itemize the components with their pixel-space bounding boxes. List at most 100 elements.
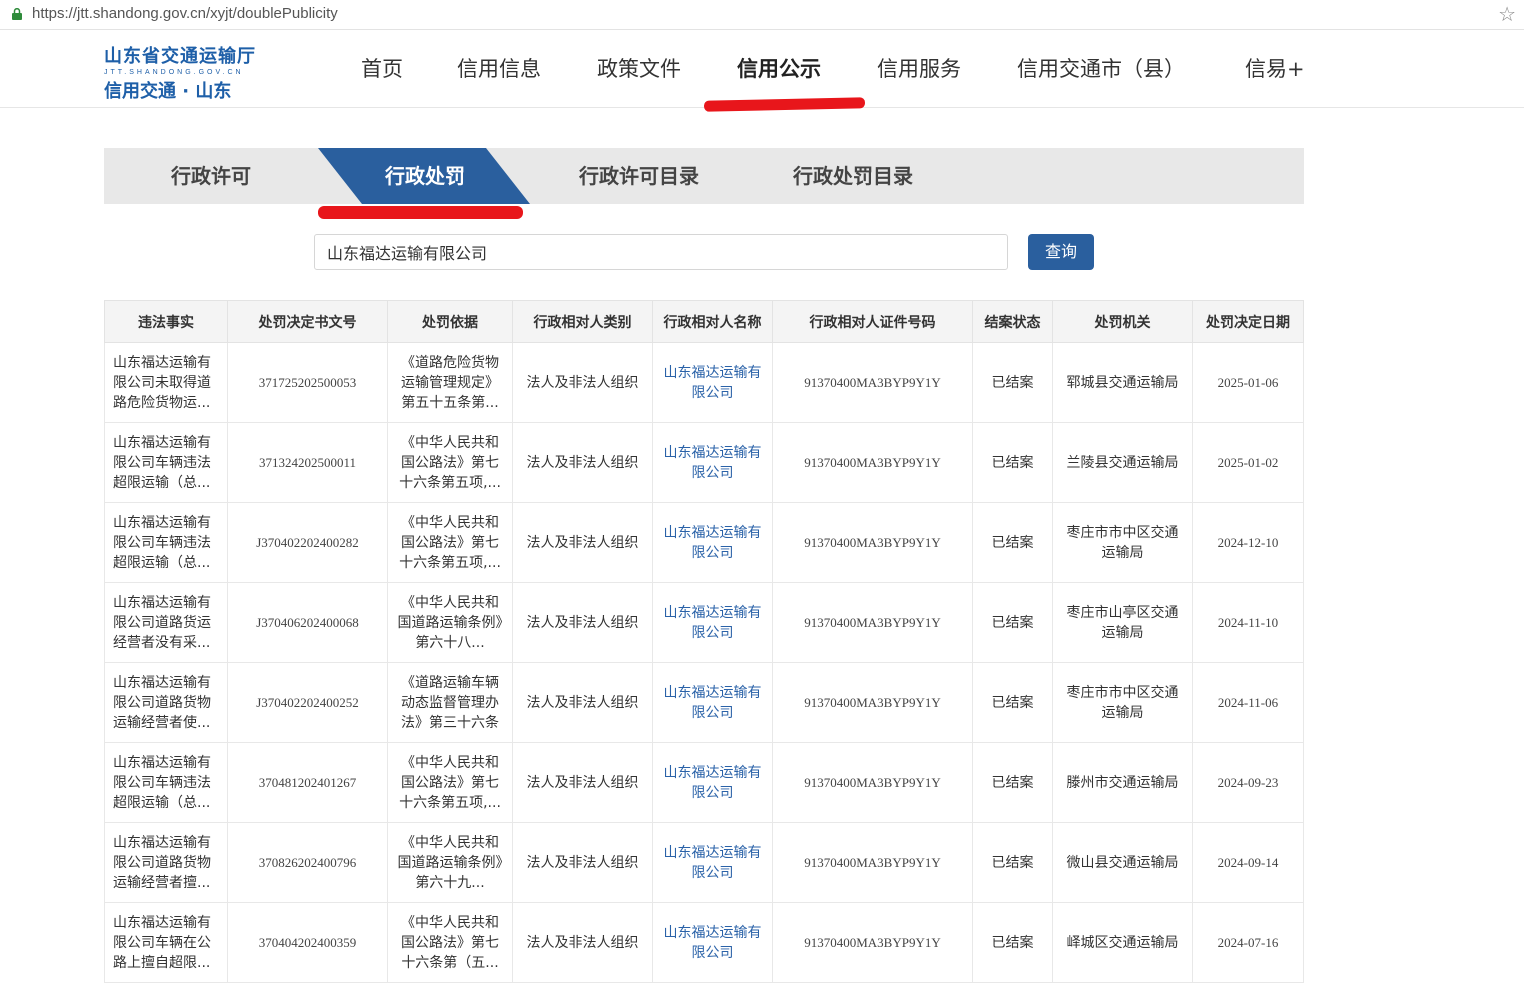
nav-item-credit-info[interactable]: 信用信息: [457, 53, 541, 83]
penalty-basis-text: 《中华人民共和国公路法》第七十六条第五项,...: [399, 754, 501, 811]
tab-admin-license[interactable]: 行政许可: [171, 148, 251, 204]
penalty-authority: 微山县交通运输局: [1052, 822, 1193, 903]
party-name-link-text[interactable]: 山东福达运输有限公司: [661, 923, 764, 963]
query-button[interactable]: 查询: [1028, 234, 1094, 270]
table-row[interactable]: 山东福达运输有限公司车辆违法超限运输（总... J370402202400282 《…: [104, 502, 1304, 583]
penalty-authority-text: 枣庄市市中区交通运输局: [1066, 684, 1179, 721]
penalty-basis: 《道路运输车辆动态监督管理办法》第三十六条: [387, 662, 513, 743]
violation-fact: 山东福达运输有限公司车辆违法超限运输（总...: [104, 422, 228, 503]
column-header: 处罚决定书文号: [227, 300, 388, 343]
decision-number-text: J370406202400068: [256, 614, 359, 630]
nav-item-xinyi-plus[interactable]: 信易+: [1245, 53, 1305, 83]
case-status: 已结案: [972, 742, 1053, 823]
party-type: 法人及非法人组织: [512, 742, 653, 823]
party-type-text: 法人及非法人组织: [526, 614, 639, 631]
party-name-link[interactable]: 山东福达运输有限公司: [652, 902, 773, 983]
decision-number-text: 371725202500053: [258, 374, 357, 390]
case-status: 已结案: [972, 902, 1053, 983]
party-id-number: 91370400MA3BYP9Y1Y: [772, 582, 973, 663]
violation-fact: 山东福达运输有限公司未取得道路危险货物运...: [104, 342, 228, 423]
violation-fact-text: 山东福达运输有限公司车辆在公路上擅自超限...: [113, 914, 211, 971]
penalty-basis-text: 《道路运输车辆动态监督管理办法》第三十六条: [401, 674, 499, 731]
party-name-link-text[interactable]: 山东福达运输有限公司: [661, 443, 764, 483]
penalty-basis-text: 《道路危险货物运输管理规定》第五十五条第...: [401, 354, 499, 411]
violation-fact-text: 山东福达运输有限公司车辆违法超限运输（总...: [113, 754, 211, 811]
penalty-basis-text: 《中华人民共和国道路运输条例》第六十八...: [397, 594, 503, 651]
penalty-authority-text: 郓城县交通运输局: [1066, 374, 1179, 391]
site-logo[interactable]: 山东省交通运输厅 JTT.SHANDONG.GOV.CN 信用交通 · 山东: [104, 42, 264, 102]
address-bar[interactable]: https://jtt.shandong.gov.cn/xyjt/doubleP…: [0, 0, 1524, 30]
party-type: 法人及非法人组织: [512, 422, 653, 503]
party-name-link-text[interactable]: 山东福达运输有限公司: [661, 843, 764, 883]
nav-item-city-county[interactable]: 信用交通市（县）: [1017, 53, 1185, 83]
decision-date: 2025-01-02: [1192, 422, 1304, 503]
penalty-basis: 《中华人民共和国公路法》第七十六条第五项,...: [387, 422, 513, 503]
party-name-link-text[interactable]: 山东福达运输有限公司: [661, 523, 764, 563]
table-row[interactable]: 山东福达运输有限公司车辆违法超限运输（总... 370481202401267 《中…: [104, 742, 1304, 823]
search-input[interactable]: [314, 234, 1008, 270]
party-name-link[interactable]: 山东福达运输有限公司: [652, 662, 773, 743]
party-name-link[interactable]: 山东福达运输有限公司: [652, 422, 773, 503]
nav-item-credit-service[interactable]: 信用服务: [877, 53, 961, 83]
party-name-link[interactable]: 山东福达运输有限公司: [652, 502, 773, 583]
decision-number: 370404202400359: [227, 902, 388, 983]
violation-fact: 山东福达运输有限公司道路货物运输经营者使...: [104, 662, 228, 743]
column-header: 行政相对人名称: [652, 300, 773, 343]
penalty-authority: 滕州市交通运输局: [1052, 742, 1193, 823]
case-status: 已结案: [972, 502, 1053, 583]
table-row[interactable]: 山东福达运输有限公司车辆在公路上擅自超限... 370404202400359 《中…: [104, 902, 1304, 983]
penalty-table: 违法事实 处罚决定书文号 处罚依据 行政相对人类别 行政相对人名称 行政相对人证…: [104, 300, 1304, 983]
bookmark-star-icon[interactable]: ☆: [1498, 2, 1516, 26]
party-id-number: 91370400MA3BYP9Y1Y: [772, 902, 973, 983]
party-type: 法人及非法人组织: [512, 662, 653, 743]
party-id-number: 91370400MA3BYP9Y1Y: [772, 502, 973, 583]
table-row[interactable]: 山东福达运输有限公司车辆违法超限运输（总... 371324202500011 《中…: [104, 422, 1304, 503]
tab-license-catalog[interactable]: 行政许可目录: [579, 148, 699, 204]
table-row[interactable]: 山东福达运输有限公司道路货物运输经营者擅... 370826202400796 《中…: [104, 822, 1304, 903]
case-status-text: 已结案: [991, 694, 1034, 711]
table-row[interactable]: 山东福达运输有限公司道路货运经营者没有采... J370406202400068 《…: [104, 582, 1304, 663]
decision-number-text: 370404202400359: [258, 934, 357, 950]
decision-date: 2024-09-23: [1192, 742, 1304, 823]
table-row[interactable]: 山东福达运输有限公司道路货物运输经营者使... J370402202400252 《…: [104, 662, 1304, 743]
decision-number: 370481202401267: [227, 742, 388, 823]
decision-date-text: 2024-09-14: [1217, 854, 1279, 870]
penalty-basis-text: 《中华人民共和国公路法》第七十六条第五项,...: [399, 514, 501, 571]
logo-title: 山东省交通运输厅: [104, 46, 256, 67]
party-name-link[interactable]: 山东福达运输有限公司: [652, 742, 773, 823]
violation-fact: 山东福达运输有限公司道路货物运输经营者擅...: [104, 822, 228, 903]
party-id-number-text: 91370400MA3BYP9Y1Y: [804, 934, 941, 950]
penalty-basis-text: 《中华人民共和国道路运输条例》第六十九...: [397, 834, 503, 891]
nav-item-credit-publicity[interactable]: 信用公示: [737, 53, 821, 83]
party-id-number: 91370400MA3BYP9Y1Y: [772, 342, 973, 423]
decision-date: 2025-01-06: [1192, 342, 1304, 423]
party-name-link[interactable]: 山东福达运输有限公司: [652, 822, 773, 903]
party-name-link-text[interactable]: 山东福达运输有限公司: [661, 763, 764, 803]
party-type-text: 法人及非法人组织: [526, 454, 639, 471]
column-header: 处罚决定日期: [1192, 300, 1304, 343]
party-type-text: 法人及非法人组织: [526, 534, 639, 551]
party-type: 法人及非法人组织: [512, 582, 653, 663]
url-text[interactable]: https://jtt.shandong.gov.cn/xyjt/doubleP…: [32, 5, 338, 22]
nav-item-policy[interactable]: 政策文件: [597, 53, 681, 83]
decision-date-text: 2025-01-06: [1217, 374, 1279, 390]
party-name-link-text[interactable]: 山东福达运输有限公司: [661, 603, 764, 643]
penalty-authority-text: 滕州市交通运输局: [1066, 774, 1179, 791]
party-name-link-text[interactable]: 山东福达运输有限公司: [661, 683, 764, 723]
party-id-number-text: 91370400MA3BYP9Y1Y: [804, 854, 941, 870]
table-row[interactable]: 山东福达运输有限公司未取得道路危险货物运... 371725202500053 《道…: [104, 342, 1304, 423]
party-name-link-text[interactable]: 山东福达运输有限公司: [661, 363, 764, 403]
tab-penalty-catalog[interactable]: 行政处罚目录: [793, 148, 913, 204]
case-status-text: 已结案: [991, 854, 1034, 871]
penalty-authority: 兰陵县交通运输局: [1052, 422, 1193, 503]
logo-domain: JTT.SHANDONG.GOV.CN: [104, 69, 244, 76]
column-header: 违法事实: [104, 300, 228, 343]
party-name-link[interactable]: 山东福达运输有限公司: [652, 342, 773, 423]
nav-item-home[interactable]: 首页: [361, 53, 403, 83]
tab-admin-penalty[interactable]: 行政处罚: [385, 148, 465, 204]
decision-date-text: 2024-09-23: [1217, 774, 1279, 790]
party-id-number: 91370400MA3BYP9Y1Y: [772, 742, 973, 823]
violation-fact: 山东福达运输有限公司车辆在公路上擅自超限...: [104, 902, 228, 983]
decision-number-text: 370826202400796: [258, 854, 357, 870]
party-name-link[interactable]: 山东福达运输有限公司: [652, 582, 773, 663]
